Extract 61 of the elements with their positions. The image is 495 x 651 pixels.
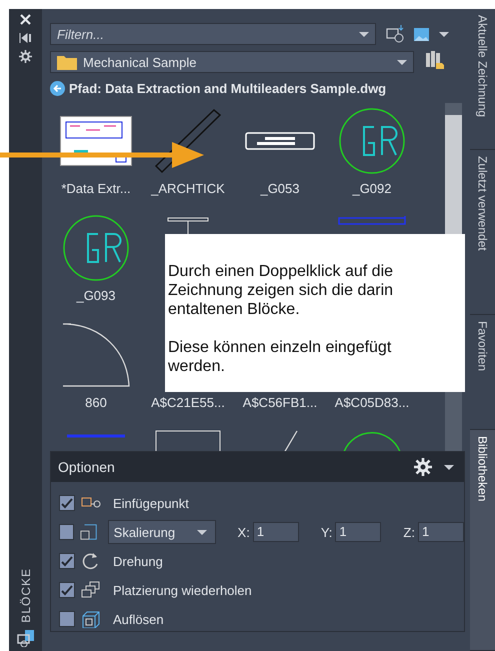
checkbox[interactable] bbox=[59, 582, 75, 598]
circle-symbol-thumbnail bbox=[62, 214, 130, 282]
explode-icon bbox=[81, 610, 101, 628]
option-label: Einfügepunkt bbox=[113, 496, 189, 510]
checkbox[interactable] bbox=[59, 495, 75, 511]
axis-label: Y: bbox=[320, 524, 332, 540]
auto-hide-icon[interactable] bbox=[19, 32, 32, 44]
tooltip-text: Durch einen Doppelklick auf die Zeichnung zeigen sich die darin entaltenen Blöcke. bbox=[168, 262, 394, 319]
block-name: _G053 bbox=[260, 181, 300, 196]
check-icon bbox=[60, 555, 74, 567]
block-name: *Data Extr... bbox=[61, 181, 131, 196]
block-name: A$C21E55... bbox=[151, 395, 225, 410]
frame-thumbnail bbox=[155, 430, 221, 451]
check-icon bbox=[60, 584, 74, 596]
library-icon[interactable] bbox=[424, 49, 444, 69]
axis-label: X: bbox=[238, 524, 250, 540]
scale-field[interactable]: 1 bbox=[418, 522, 464, 542]
checkbox[interactable] bbox=[59, 611, 75, 627]
palette-tab[interactable]: Bibliotheken bbox=[470, 430, 495, 651]
circle-symbol-thumbnail bbox=[338, 107, 406, 175]
settings-icon[interactable] bbox=[19, 50, 32, 63]
block-name: _ARCHTICK bbox=[151, 181, 225, 196]
palette-tab[interactable]: Aktuelle Zeichnung bbox=[470, 9, 495, 150]
line-thumbnail bbox=[282, 430, 298, 451]
line-thumbnail bbox=[337, 216, 407, 226]
block-name: A$C05D83... bbox=[334, 395, 410, 410]
arc-thumbnail bbox=[342, 430, 402, 451]
scale-field[interactable]: 1 bbox=[252, 522, 299, 542]
repeat-placement-icon bbox=[81, 581, 101, 599]
block-name: _G093 bbox=[76, 288, 116, 303]
checkbox[interactable] bbox=[59, 553, 75, 569]
palette-tab[interactable]: Favoriten bbox=[470, 315, 495, 430]
option-label: Drehung bbox=[113, 554, 163, 568]
library-dropdown[interactable]: Mechanical Sample bbox=[50, 51, 414, 73]
block-name: 860 bbox=[85, 395, 107, 410]
axis-label: Z: bbox=[403, 524, 415, 540]
option-label: Platzierung wiederholen bbox=[113, 582, 252, 598]
sheet-thumbnail bbox=[60, 116, 132, 166]
filter-dropdown[interactable]: Filtern... bbox=[50, 23, 376, 45]
palette-tab[interactable]: Zuletzt verwendet bbox=[470, 150, 495, 315]
palette-title: BLÖCKE bbox=[18, 568, 32, 623]
checkbox[interactable] bbox=[59, 524, 74, 540]
view-icon[interactable] bbox=[414, 28, 429, 40]
label-plate-thumbnail bbox=[245, 132, 315, 150]
settings-icon[interactable] bbox=[414, 458, 432, 476]
options-title: Optionen bbox=[58, 459, 116, 475]
close-icon[interactable] bbox=[19, 13, 32, 26]
option-label: Auflösen bbox=[113, 612, 164, 626]
scale-icon bbox=[80, 523, 98, 541]
path-label: Pfad: Data Extraction and Multileaders Sample.dwg bbox=[69, 81, 386, 96]
folder-icon bbox=[57, 54, 77, 70]
scale-dropdown[interactable]: Skalierung bbox=[108, 520, 216, 544]
filter-input[interactable]: Filtern... bbox=[57, 26, 353, 42]
back-icon[interactable] bbox=[50, 81, 65, 96]
tooltip-text: Diese können einzeln eingefügt werden. bbox=[168, 338, 392, 376]
import-icon[interactable] bbox=[386, 25, 404, 43]
scale-field[interactable]: 1 bbox=[335, 522, 382, 542]
check-icon bbox=[60, 497, 74, 509]
blocks-icon bbox=[16, 629, 34, 647]
block-name: _G092 bbox=[352, 181, 392, 196]
block-name: A$C56FB1... bbox=[242, 395, 318, 410]
